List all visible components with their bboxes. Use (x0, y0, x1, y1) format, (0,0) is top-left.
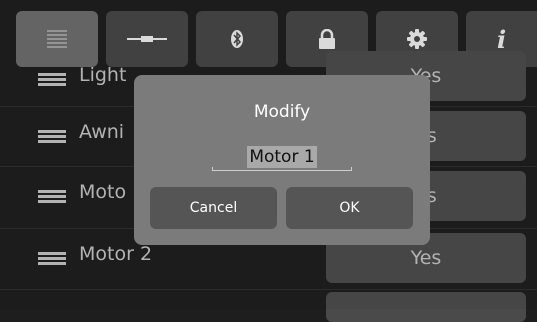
modify-dialog: Modify Motor 1 Cancel OK (134, 75, 430, 245)
cancel-button[interactable]: Cancel (150, 187, 277, 229)
input-underline (212, 167, 352, 171)
name-input-value[interactable]: Motor 1 (247, 146, 317, 168)
ok-button[interactable]: OK (286, 187, 413, 229)
dialog-title: Modify (253, 102, 311, 122)
name-input[interactable]: Motor 1 (212, 139, 352, 177)
